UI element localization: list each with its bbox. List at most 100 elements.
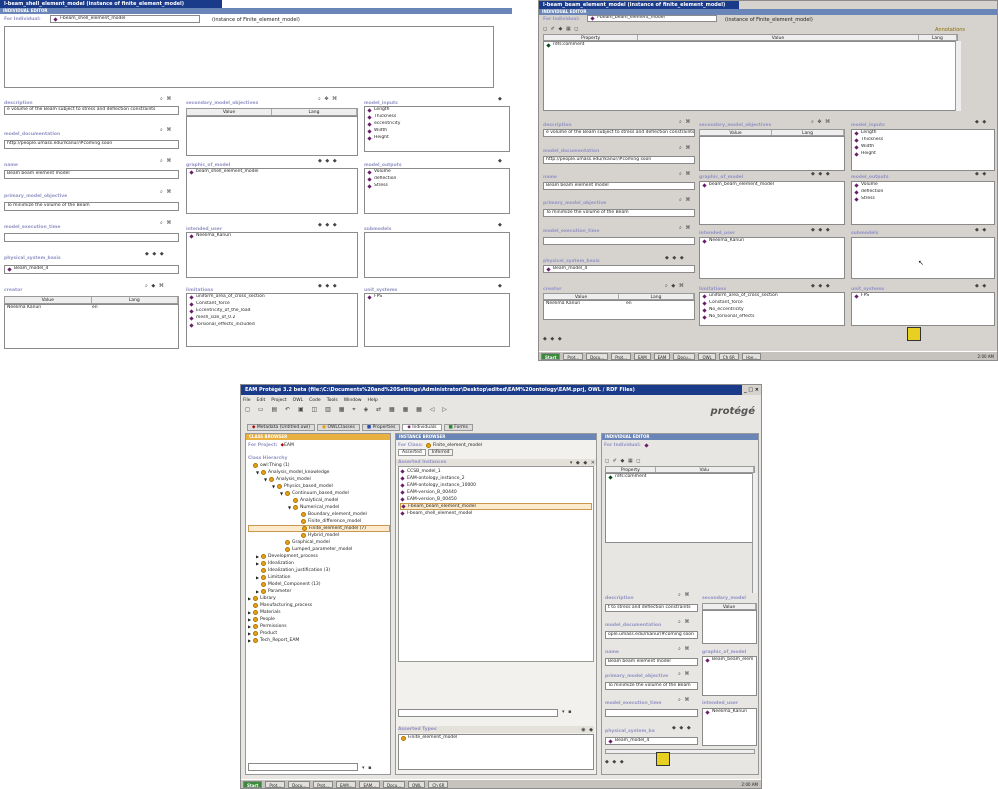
tab-forms[interactable]: ■ Forms [443,424,473,431]
physical-system-field[interactable]: Beam_model_4 [4,265,179,274]
tree-item[interactable]: Manufacturing_process [248,602,390,609]
limitations-list[interactable]: uniform_area_of_cross_section Constant_f… [699,292,845,326]
start-button[interactable]: Start [243,780,263,788]
taskbar-button[interactable]: EAM [653,352,671,360]
instance-item[interactable]: l-beam_shell_element_model [400,510,592,517]
documentation-field[interactable]: ople.umass.edu/rkanur/#coming soon [605,631,698,639]
horizontal-scrollbar[interactable] [605,749,755,754]
list-item[interactable]: FPS [367,294,509,301]
taskbar-button[interactable]: EAM [633,352,651,360]
comment-area[interactable] [4,26,494,88]
intended-user-list[interactable]: Neelima_Kanuri [699,237,845,279]
menu-owl[interactable]: OWL [293,398,304,403]
execution-time-field[interactable] [4,233,179,242]
creator-table[interactable]: Neelima Kanuri en [4,304,179,349]
list-item[interactable]: eccentricity [367,121,509,128]
intended-user-list[interactable]: Neelima_Kanuri [702,708,757,746]
search-icon[interactable]: ⌕ ⌘ [678,646,690,652]
taskbar-button[interactable]: OWL [698,352,716,360]
menu-project[interactable]: Project [271,398,286,403]
tree-item[interactable]: ▼ Analysis_model [248,476,390,483]
search-icon[interactable]: ⌕ ⌘ [160,220,172,226]
menu-edit[interactable]: Edit [257,398,266,403]
primary-objective-field[interactable]: To minimize the volume of the Beam [605,682,698,690]
toolbar-icons[interactable]: ◻ ✐ ◆ ▦ ◻ [543,26,579,32]
tree-item[interactable]: Finite_difference_model [248,518,390,525]
menu-tools[interactable]: Tools [327,398,338,403]
inputs-list[interactable]: Length Thickness Width Height [851,129,995,171]
primary-objective-field[interactable]: To minimize the volume of the Beam [4,202,179,211]
list-item[interactable]: Torsional_effects_included [189,322,357,329]
list-item[interactable]: Volume [367,169,509,176]
list-item[interactable]: Stress [367,183,509,190]
graphic-list[interactable]: beam_shell_element_model [186,168,358,214]
add-icon[interactable]: ⌕ ◆ ⌘ [145,283,165,289]
add-icon[interactable]: ◆ ◆ ◆ [665,255,685,261]
tree-item[interactable]: ▶ Idealization [248,560,390,567]
list-item[interactable]: beam_shell_element_model [189,169,357,176]
list-item[interactable]: Thickness [367,114,509,121]
tab-asserted[interactable]: Asserted [398,449,426,456]
tab-owlclasses[interactable]: ● OWLClasses [317,424,360,431]
tree-item[interactable]: ▼ Numerical_model [248,504,390,511]
graphic-list[interactable]: beam_beam_element_model [699,181,845,225]
list-item[interactable]: Length [854,130,994,137]
name-field[interactable]: Beam beam element model [605,658,698,666]
list-item[interactable]: Height [367,135,509,142]
tree-item[interactable]: ▼ Continuum_based_model [248,490,390,497]
name-field[interactable]: Beam beam element model [4,170,179,179]
secondary-table[interactable] [699,136,845,171]
tree-item[interactable]: ▶ Parameter [248,588,390,595]
list-item[interactable]: deflection [367,176,509,183]
taskbar-button[interactable]: l-be... [741,352,762,360]
outputs-list[interactable]: Volume deflection Stress [364,168,510,214]
search-icon[interactable]: ⌕ ⌘ [160,96,172,102]
add-icon[interactable]: ◆ ◆ ◆ [318,283,338,289]
search-icon[interactable]: ⌕ ⌘ [679,145,691,151]
search-icon[interactable]: ⌕ ⌘ [679,197,691,203]
add-icon[interactable]: ◆ ◆ [975,227,987,233]
unit-systems-list[interactable]: FPS [364,293,510,347]
add-icon[interactable]: ◆ ◆ ◆ [811,171,831,177]
list-item[interactable]: uniform_area_of_cross_section [702,293,844,300]
protege-tray-icon[interactable] [656,752,670,766]
inputs-list[interactable]: Length Thickness eccentricity Width Heig… [364,106,510,152]
list-item[interactable]: Length [367,107,509,114]
execution-time-field[interactable] [605,709,698,717]
add-icon[interactable]: ◆ ◆ ◆ [672,725,692,731]
table-row[interactable]: Neelima Kanuri en [7,305,178,312]
class-search-input[interactable] [248,763,358,771]
list-item[interactable]: Neelima_Kanuri [189,233,357,240]
table-row[interactable]: Neelima Kanuri en [546,301,694,308]
add-icon[interactable]: ◆ ◆ ◆ [811,283,831,289]
taskbar-button[interactable]: Docu... [288,780,311,788]
list-item[interactable]: No_eccentricity [702,307,844,314]
taskbar-button[interactable]: Prot... [265,780,286,788]
tree-item[interactable]: Lumped_parameter_model [248,546,390,553]
search-icon[interactable]: ⌕ ⌘ [678,697,690,703]
tab-metadata[interactable]: ◆ Metadata (Untitled.owl) [247,424,316,431]
tree-item[interactable]: Boundary_element_model [248,511,390,518]
submodels-list[interactable]: ↖ [851,237,995,279]
list-item[interactable]: Stress [854,196,994,203]
description-field[interactable]: e volume of the Beam subject to stress a… [543,129,695,137]
instance-item[interactable]: l-beam_beam_element_model [400,503,592,510]
list-item[interactable]: Eccentricity_of_the_load [189,308,357,315]
documentation-field[interactable]: http://people.umass.edu/rkanur/#coming s… [4,140,179,149]
add-icon[interactable]: ◆ [498,283,503,289]
taskbar-button[interactable]: Prot... [611,352,631,360]
taskbar-button[interactable]: Docu... [383,780,406,788]
physical-system-field[interactable]: Beam_model_4 [543,265,695,273]
search-icon[interactable]: ⌕ ⌘ [679,119,691,125]
tree-item[interactable]: Idealization_justification (3) [248,567,390,574]
table-row[interactable]: rdfs:comment [546,42,957,49]
list-item[interactable]: Constant_force [702,300,844,307]
annotations-table[interactable]: rdfs:comment [605,473,755,543]
list-item[interactable]: Neelima_Kanuri [705,709,756,716]
tree-item[interactable]: owl:Thing (1) [248,462,390,469]
description-field[interactable]: e volume of the Beam subject to stress a… [4,106,179,115]
physical-system-field[interactable]: Beam_model_4 [605,737,698,745]
list-item[interactable]: FPS [854,293,994,300]
list-item[interactable]: Neelima_Kanuri [702,238,844,245]
submodels-list[interactable] [364,232,510,278]
